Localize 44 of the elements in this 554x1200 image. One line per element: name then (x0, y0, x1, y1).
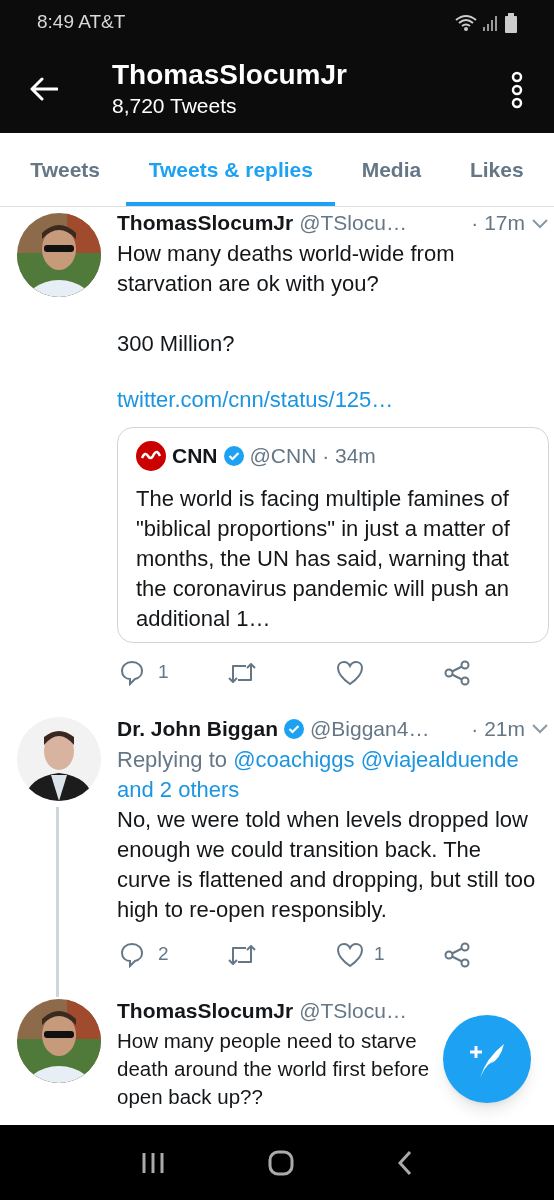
quoted-tweet-card[interactable]: CNN @CNN · 34m The world is facing multiple famines of "biblical proportions" in just a matter of months, the UN has said, warning that the coronavirus pandemic will push an additional 1… (117, 427, 549, 643)
author-name: Dr. John Biggan (117, 715, 278, 742)
tweet-count: 8,720 Tweets (112, 93, 238, 119)
battery-icon (505, 12, 517, 33)
heart-icon[interactable] (336, 941, 364, 968)
signal-icon (483, 13, 499, 32)
author-handle: @Biggan4… (310, 715, 430, 742)
share-icon[interactable] (444, 941, 472, 968)
chevron-down-icon[interactable] (531, 723, 549, 734)
tweet-text: No, we were told when levels dropped low enough we could transition back. The curve is flattened and dropping, but still too high to re-open responsibly. (117, 805, 537, 924)
author-handle: @TSlocu… (299, 210, 407, 237)
author-name: ThomasSlocumJr (117, 210, 294, 237)
tab[interactable]: Media (339, 133, 444, 206)
tab[interactable]: Tweets (8, 133, 123, 206)
tweet-text: How many people need to starve (117, 1027, 417, 1054)
tweet-time: · 17m (471, 210, 525, 237)
status-time-carrier: 8:49 AT&T (37, 10, 126, 35)
action-count: 2 (158, 942, 169, 967)
tab[interactable]: Likes (447, 133, 546, 206)
tab[interactable]: Tweets & replies (126, 133, 336, 206)
more-icon (511, 71, 523, 109)
news-logo-icon (136, 440, 166, 471)
tweet-text: How many deaths world-wide from starvation are ok with you? 300 Million? (117, 240, 456, 358)
tweet-text: open back up?? (117, 1083, 263, 1110)
back-icon[interactable] (396, 1149, 413, 1176)
share-icon[interactable] (444, 659, 472, 686)
action-count: 1 (374, 942, 385, 967)
tweet-link[interactable]: twitter.com/cnn/status/125… (117, 385, 394, 415)
recent-apps-icon[interactable] (141, 1150, 166, 1175)
chevron-down-icon[interactable] (531, 217, 549, 229)
quoted-author-name: CNN (172, 443, 218, 469)
heart-icon[interactable] (336, 659, 364, 686)
author-handle: @TSlocu… (299, 997, 407, 1024)
tweet-text: death around the world first before (117, 1055, 430, 1082)
action-count: 1 (158, 660, 169, 685)
back-arrow-icon (30, 77, 58, 101)
quoted-tweet-text: The world is facing multiple famines of "biblical proportions" in just a matter of months, the UN has said, warning that the coronavirus pandemic will push an additional 1… (136, 484, 511, 633)
tweet-time: · 21m (471, 715, 525, 742)
home-icon[interactable] (268, 1149, 294, 1176)
quoted-handle-time: @CNN · 34m (249, 443, 376, 469)
profile-title: ThomasSlocumJr (112, 58, 347, 92)
wifi-icon (455, 13, 477, 32)
replying-to-text: Replying to @coachiggs @viajealduende and 2 others (117, 745, 520, 804)
author-name: ThomasSlocumJr (117, 997, 294, 1024)
